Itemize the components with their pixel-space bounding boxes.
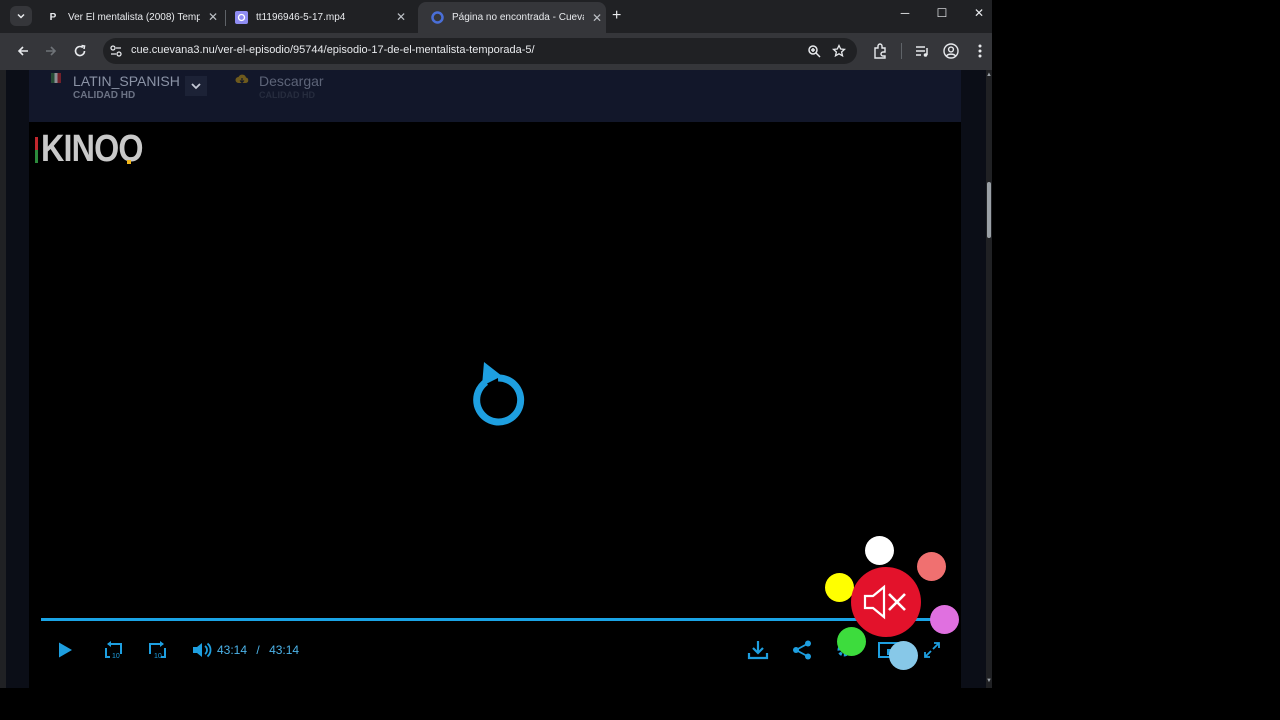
svg-text:10: 10: [154, 653, 162, 660]
language-quality: CALIDAD HD: [73, 90, 136, 101]
download-button[interactable]: [745, 639, 771, 661]
new-tab-button[interactable]: +: [612, 7, 621, 25]
mute-speaker-icon: [863, 584, 906, 620]
language-label[interactable]: LATIN_SPANISH: [73, 73, 180, 89]
scroll-thumb[interactable]: [987, 182, 991, 238]
tab-title: tt1196946-5-17.mp4: [256, 11, 346, 23]
profile-icon[interactable]: [942, 42, 960, 60]
forward-button[interactable]: [42, 42, 60, 60]
toolbar-divider: [901, 43, 902, 59]
download-icon: [747, 641, 769, 660]
close-window-icon[interactable]: ✕: [967, 6, 991, 20]
address-bar[interactable]: cue.cuevana3.nu/ver-el-episodio/95744/ep…: [103, 38, 857, 64]
media-control-icon[interactable]: [913, 42, 931, 60]
chevron-down-icon: [191, 83, 201, 90]
fab-option-pink[interactable]: [930, 605, 959, 634]
chevron-down-icon: [17, 13, 25, 19]
rewind-10-icon: 10: [105, 641, 122, 660]
play-button[interactable]: [53, 639, 77, 661]
share-icon: [793, 640, 811, 660]
back-arrow-icon: [17, 46, 28, 56]
mexico-flag-icon: [51, 73, 61, 83]
volume-icon: [193, 642, 212, 658]
zoom-icon[interactable]: [807, 44, 821, 58]
video-player[interactable]: KINOO 10 10 43:14 / 43:14: [29, 122, 961, 688]
mute-fab-button[interactable]: [851, 567, 921, 637]
menu-kebab-icon[interactable]: [971, 42, 989, 60]
p-favicon-icon: P: [49, 11, 57, 23]
play-icon: [59, 642, 72, 658]
browser-toolbar: cue.cuevana3.nu/ver-el-episodio/95744/ep…: [0, 33, 992, 70]
progress-bar[interactable]: [41, 618, 945, 621]
tab-strip: P Ver El mentalista (2008) Tempo ✕ tt119…: [0, 0, 992, 33]
tab-cuevana[interactable]: Página no encontrada - Cuevan ✕: [418, 2, 606, 33]
site-info-icon[interactable]: [109, 44, 123, 58]
extensions-icon[interactable]: [871, 42, 889, 60]
reload-icon: [74, 44, 86, 57]
replay-icon[interactable]: [464, 358, 528, 430]
time-separator: /: [256, 643, 260, 657]
fab-option-salmon[interactable]: [917, 552, 946, 581]
minimize-icon[interactable]: ─: [893, 6, 917, 20]
scroll-down-icon[interactable]: ▼: [986, 678, 992, 686]
fullscreen-icon: [924, 642, 940, 658]
close-tab-icon[interactable]: ✕: [590, 11, 604, 25]
page-scrollbar[interactable]: ▲ ▼: [986, 70, 992, 688]
cloud-download-icon: [235, 74, 249, 84]
close-tab-icon[interactable]: ✕: [206, 10, 220, 24]
download-link[interactable]: Descargar: [259, 73, 324, 89]
cuevana-favicon-icon: [430, 11, 444, 25]
fab-option-lightblue[interactable]: [889, 641, 918, 670]
kinoo-logo: KINOO: [41, 128, 143, 170]
share-button[interactable]: [789, 639, 815, 661]
rewind-10-button[interactable]: 10: [101, 639, 127, 661]
video-file-icon: [234, 10, 248, 24]
bookmark-star-icon[interactable]: [832, 44, 846, 58]
current-time: 43:14: [217, 643, 248, 657]
close-tab-icon[interactable]: ✕: [394, 10, 408, 24]
download-quality: CALIDAD HD: [259, 90, 315, 100]
kinoo-logo-dot: [127, 160, 131, 164]
fullscreen-button[interactable]: [921, 639, 943, 661]
back-button[interactable]: [14, 42, 32, 60]
volume-button[interactable]: [189, 639, 215, 661]
reload-button[interactable]: [71, 42, 89, 60]
fab-option-yellow[interactable]: [825, 573, 854, 602]
time-display: 43:14 / 43:14: [217, 643, 299, 657]
tab-mentalista[interactable]: P Ver El mentalista (2008) Tempo ✕: [34, 3, 224, 31]
svg-text:10: 10: [112, 653, 120, 660]
forward-10-button[interactable]: 10: [144, 639, 170, 661]
forward-10-icon: 10: [149, 641, 166, 660]
kinoo-logo-bar: [35, 137, 38, 163]
duration: 43:14: [269, 643, 300, 657]
language-dropdown[interactable]: [185, 76, 207, 96]
tab-search-button[interactable]: [10, 6, 32, 26]
server-bar: LATIN_SPANISH CALIDAD HD Descargar CALID…: [29, 70, 961, 122]
tab-video-file[interactable]: tt1196946-5-17.mp4 ✕: [222, 3, 412, 31]
forward-arrow-icon: [46, 46, 57, 56]
maximize-icon[interactable]: ☐: [930, 6, 954, 20]
tab-title: Ver El mentalista (2008) Tempo: [68, 11, 200, 23]
url-text: cue.cuevana3.nu/ver-el-episodio/95744/ep…: [131, 44, 535, 56]
scroll-up-icon[interactable]: ▲: [986, 72, 992, 80]
tab-title: Página no encontrada - Cuevan: [452, 12, 584, 23]
fab-option-white[interactable]: [865, 536, 894, 565]
